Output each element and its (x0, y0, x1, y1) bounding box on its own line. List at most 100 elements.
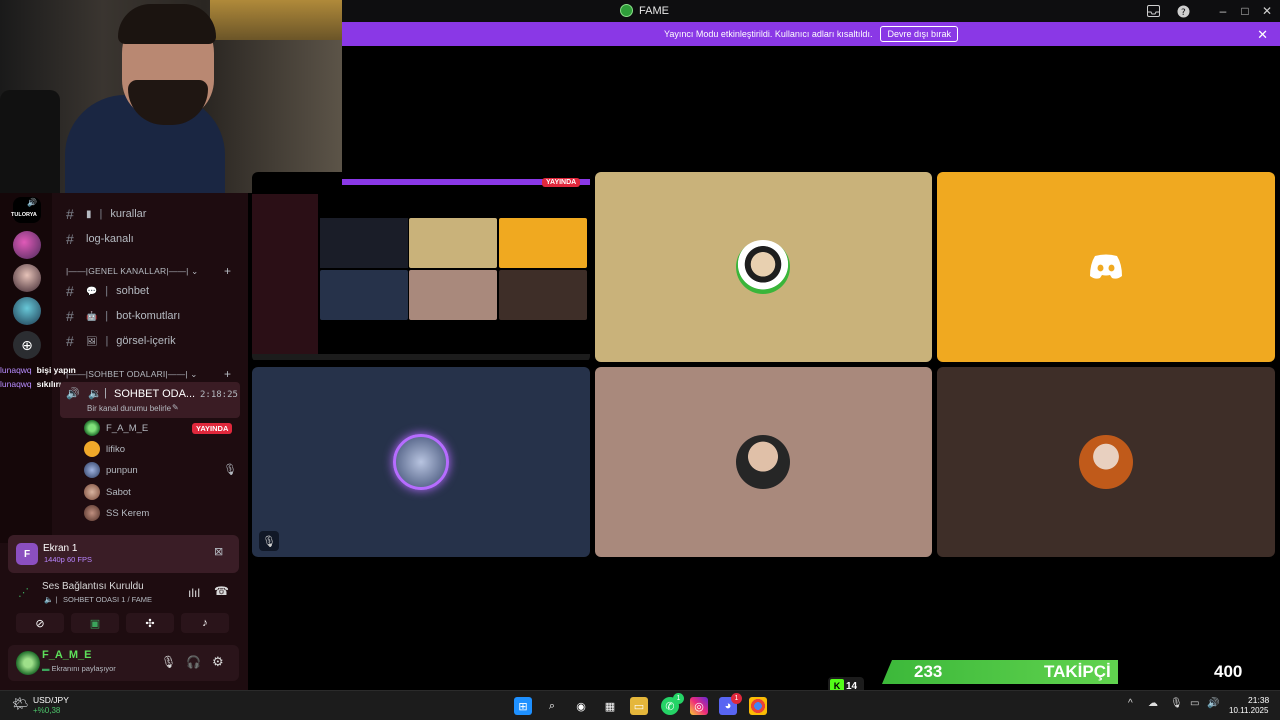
channel-sohbet[interactable]: # 💬 | sohbet (66, 283, 149, 299)
pencil-icon[interactable]: ✎ (172, 403, 179, 412)
channel-label: görsel-içerik (116, 335, 176, 347)
stop-stream-icon[interactable]: ⊠ (214, 545, 223, 558)
ticker-symbol[interactable]: USD/JPY (33, 695, 69, 705)
avatar[interactable] (16, 651, 40, 675)
microphone-icon[interactable]: 🎙 (161, 655, 176, 669)
channel-gorsel-icerik[interactable]: # 🖼 | görsel-içerik (66, 333, 176, 349)
inbox-icon[interactable] (1145, 3, 1161, 19)
channel-separator: | (105, 335, 109, 347)
voice-user[interactable]: lifiko (84, 441, 125, 457)
noise-suppression-icon[interactable]: ılıl (188, 586, 200, 600)
headphones-icon[interactable]: 🎧 (186, 655, 201, 669)
stream-source-icon: F (16, 543, 38, 565)
clock-date[interactable]: 10.11.2025 (1229, 706, 1268, 715)
server-icon-2[interactable] (13, 231, 41, 259)
close-window-icon[interactable]: ✕ (1259, 3, 1275, 19)
voice-user[interactable]: SS Kerem (84, 505, 149, 521)
hash-icon: # (66, 283, 74, 299)
soundboard-icon: ♪ (202, 617, 208, 629)
voice-user[interactable]: F_A_M_E (84, 420, 148, 436)
calculator-icon[interactable]: ▦ (601, 697, 619, 715)
voice-connection-panel: ⋰ Ses Bağlantısı Kuruldu 🔈 | SOHBET ODAS… (8, 578, 239, 608)
follower-count: 233 (914, 662, 943, 681)
camera-off-button[interactable]: ⊘ (16, 613, 64, 633)
microphone-icon[interactable]: 🎙 (1170, 698, 1183, 709)
streamer-mode-banner: Yayıncı Modu etkinleştirildi. Kullanıcı … (342, 22, 1280, 46)
clock-time[interactable]: 21:38 (1248, 695, 1269, 705)
weather-ticker-icon[interactable]: 🌤 (12, 696, 29, 712)
server-label: TULORYA (11, 212, 37, 218)
voice-channel-active[interactable]: 🔊 🔉 | SOHBET ODA... 2:18:25 Bir kanal du… (60, 382, 240, 418)
voice-channel-label: SOHBET ODA... (114, 388, 196, 400)
help-icon[interactable]: ? (1175, 3, 1191, 19)
avatar (84, 420, 100, 436)
svg-text:?: ? (1181, 8, 1186, 18)
file-explorer-icon[interactable]: ▭ (630, 697, 648, 715)
windows-start-icon[interactable]: ⊞ (514, 697, 532, 715)
server-icon-tulorya[interactable]: 🔊 TULORYA (11, 197, 41, 223)
network-icon[interactable]: ▭ (1190, 698, 1199, 709)
minimize-icon[interactable]: – (1215, 3, 1231, 19)
server-icon-4[interactable] (13, 297, 41, 325)
live-badge: YAYINDA (542, 178, 581, 187)
whatsapp-badge: 1 (673, 693, 684, 704)
banner-close-icon[interactable]: ✕ (1257, 27, 1268, 43)
obs-icon[interactable]: ◉ (572, 697, 590, 715)
voice-user-name: F_A_M_E (106, 422, 149, 434)
channel-log-kanali[interactable]: # log-kanalı (66, 231, 134, 247)
webcam-background-painting (210, 0, 342, 40)
voice-user[interactable]: Sabot (84, 484, 131, 500)
voice-user[interactable]: punpun (84, 462, 138, 478)
avatar (84, 484, 100, 500)
server-icon-3[interactable] (13, 264, 41, 292)
stream-panel[interactable]: F Ekran 1 1440p 60 FPS ⊠ (8, 535, 239, 573)
avatar (393, 434, 449, 490)
taskbar: 🌤 USD/JPY +%0,38 ⊞ ⌕ ◉ ▦ ▭ ✆ 1 ◎ ◕ 1 ^ ☁… (0, 690, 1280, 720)
activities-button[interactable]: ✣ (126, 613, 174, 633)
avatar (736, 435, 790, 489)
stream-title: Ekran 1 (43, 543, 78, 554)
participant-tile-sabot[interactable] (595, 367, 932, 557)
chevron-up-icon[interactable]: ^ (1128, 698, 1133, 709)
channel-status-hint[interactable]: Bir kanal durumu belirle (87, 404, 171, 413)
hash-icon: # (66, 333, 74, 349)
channel-kurallar[interactable]: # ▮ | kurallar (66, 206, 146, 222)
disable-streamer-mode-button[interactable]: Devre dışı bırak (880, 26, 958, 42)
stream-tile-screen[interactable]: YAYINDA (252, 172, 590, 362)
avatar (84, 462, 100, 478)
screen: FAME ? – □ ✕ Yayıncı Modu etkinleştirild… (0, 0, 1280, 720)
chat-message: lunaqwq bişi yapın (0, 365, 76, 375)
add-channel-icon[interactable]: + (224, 264, 231, 278)
channel-bot-komutlari[interactable]: # 🤖 | bot-komutları (66, 308, 180, 324)
soundboard-button[interactable]: ♪ (181, 613, 229, 633)
settings-gear-icon[interactable]: ⚙ (212, 654, 224, 670)
disconnect-icon[interactable]: ☎ (214, 584, 229, 598)
chrome-icon[interactable] (749, 697, 767, 715)
maximize-icon[interactable]: □ (1237, 3, 1253, 19)
category-label: SOHBET ODALARI (88, 369, 166, 379)
participant-tile-lifiko[interactable] (937, 172, 1275, 362)
channel-separator: | (105, 310, 109, 322)
image-icon: 🖼 (86, 335, 98, 346)
avatar (736, 240, 790, 294)
add-channel-icon[interactable]: + (224, 367, 231, 381)
cloud-icon[interactable]: ☁ (1148, 698, 1158, 709)
category-sohbet-odalari[interactable]: |——|SOHBET ODALARI|——| ⌄ (66, 369, 198, 380)
preview-tile (409, 218, 497, 268)
participant-tile-punpun[interactable]: 🎙 (252, 367, 590, 557)
user-panel: F_A_M_E ▬ Ekranını paylaşıyor 🎙 🎧 ⚙ (8, 645, 239, 681)
volume-icon[interactable]: 🔊 (1207, 698, 1219, 709)
follower-goal: 400 (1214, 662, 1243, 681)
instagram-icon[interactable]: ◎ (690, 697, 708, 715)
speaker-icon: 🔊 (66, 388, 80, 400)
avatar (84, 441, 100, 457)
participant-tile-fame[interactable] (595, 172, 932, 362)
search-icon[interactable]: ⌕ (543, 697, 561, 715)
add-server-icon[interactable]: ⊕ (13, 331, 41, 359)
live-badge: YAYINDA (192, 423, 233, 434)
screen-share-button[interactable]: ▣ (71, 613, 119, 633)
user-name: F_A_M_E (42, 649, 92, 661)
channel-separator: | (99, 208, 103, 220)
participant-tile-ss-kerem[interactable] (937, 367, 1275, 557)
category-genel-kanallar[interactable]: |——|GENEL KANALLAR|——| ⌄ (66, 266, 198, 277)
